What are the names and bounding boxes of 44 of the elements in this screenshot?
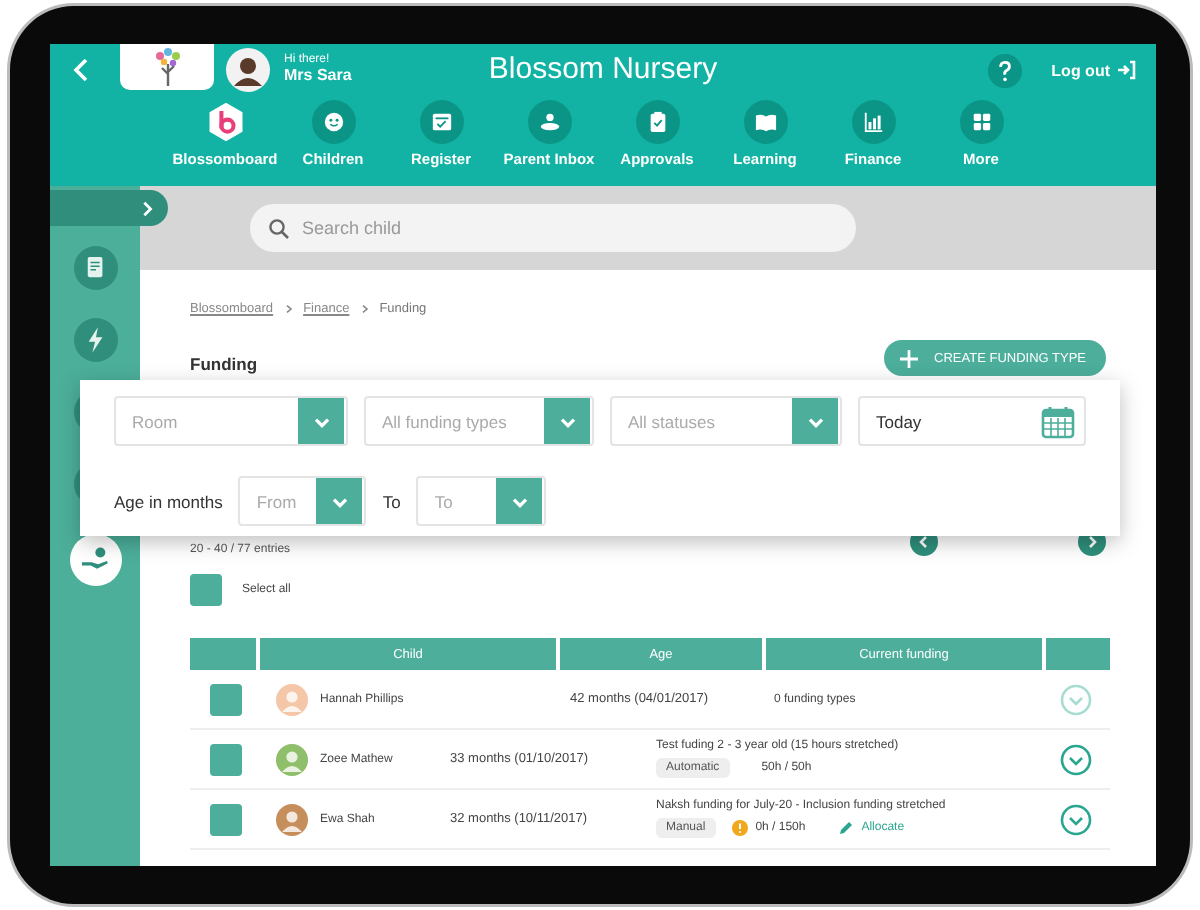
- status-dropdown[interactable]: All statuses: [610, 396, 842, 446]
- calendar-icon: [1040, 403, 1076, 439]
- funding-type-dropdown[interactable]: All funding types: [364, 396, 594, 446]
- row-checkbox[interactable]: [209, 743, 241, 775]
- room-dropdown[interactable]: Room: [114, 396, 348, 446]
- search-icon: [268, 217, 290, 239]
- chevron-right-icon: [359, 304, 370, 314]
- sidebar-toggle-button[interactable]: [50, 190, 168, 226]
- sidebar-item-icon[interactable]: [73, 246, 117, 290]
- user-name: Mrs Sara: [284, 67, 352, 86]
- logout-icon: [1116, 60, 1136, 80]
- select-all-checkbox[interactable]: [190, 574, 222, 606]
- expand-icon[interactable]: [1060, 803, 1092, 835]
- book-icon: [743, 100, 787, 144]
- chart-icon: [851, 100, 895, 144]
- to-dropdown[interactable]: To: [416, 476, 547, 526]
- pencil-icon: [837, 820, 854, 836]
- age-label: Age in months: [114, 491, 223, 511]
- sidebar-item-icon[interactable]: [69, 534, 121, 586]
- avatar-icon: [226, 48, 270, 92]
- table-header-cell: [190, 638, 260, 670]
- row-checkbox[interactable]: [209, 803, 241, 835]
- plus-icon: [900, 349, 919, 367]
- search-field[interactable]: Search child: [250, 204, 856, 252]
- avatar-icon: [276, 743, 308, 775]
- page-title: Funding: [190, 354, 258, 374]
- expand-icon[interactable]: [1060, 743, 1092, 775]
- from-dropdown[interactable]: From: [238, 476, 367, 526]
- smiley-icon: [311, 100, 355, 144]
- avatar-icon: [276, 683, 308, 715]
- avatar-icon: [276, 803, 308, 835]
- sidebar-item-icon[interactable]: [73, 318, 117, 362]
- table-header-cell: [1046, 638, 1110, 670]
- to-label: To: [382, 491, 401, 511]
- date-field[interactable]: Today: [858, 396, 1086, 446]
- clipboard-icon: [635, 100, 679, 144]
- person-icon: [527, 100, 571, 144]
- logout-button[interactable]: Log out: [1051, 60, 1136, 80]
- calendar-icon: [419, 100, 463, 144]
- chevron-right-icon: [138, 199, 156, 217]
- grid-icon: [959, 100, 1003, 144]
- chevron-right-icon: [283, 304, 294, 314]
- nursery-title: Blossom Nursery: [488, 52, 718, 86]
- row-checkbox[interactable]: [209, 683, 241, 715]
